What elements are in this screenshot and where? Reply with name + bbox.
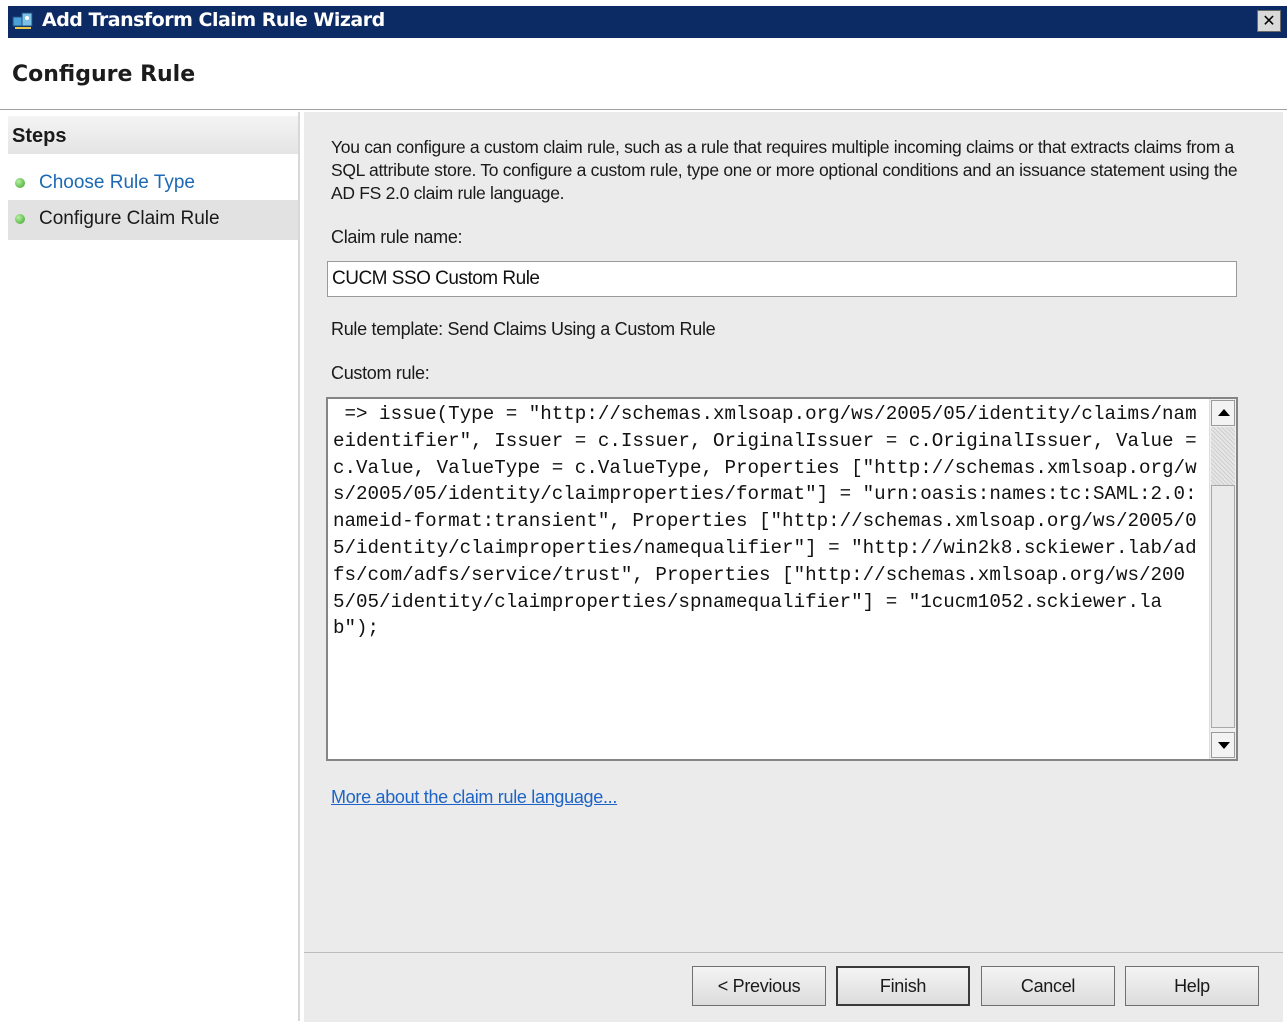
scroll-thumb[interactable] xyxy=(1211,485,1235,728)
custom-rule-scrollbar[interactable] xyxy=(1209,399,1236,759)
step-configure-claim-rule[interactable]: Configure Claim Rule xyxy=(8,200,298,240)
cancel-button[interactable]: Cancel xyxy=(981,966,1115,1006)
wizard-icon xyxy=(12,12,33,29)
custom-rule-label: Custom rule: xyxy=(331,363,430,383)
description-text: You can configure a custom claim rule, s… xyxy=(331,137,1238,203)
wizard-header: Configure Rule xyxy=(0,38,1287,110)
claim-rule-name-label: Claim rule name: xyxy=(331,227,463,247)
button-bar: < Previous Finish Cancel Help xyxy=(304,952,1283,1022)
previous-button[interactable]: < Previous xyxy=(692,966,826,1006)
close-icon: ✕ xyxy=(1262,11,1276,30)
steps-header: Steps xyxy=(8,116,298,154)
finish-button[interactable]: Finish xyxy=(836,966,970,1006)
main-content: You can configure a custom claim rule, s… xyxy=(304,112,1283,952)
page-title: Configure Rule xyxy=(12,62,196,87)
scroll-up-button[interactable] xyxy=(1211,400,1235,426)
step-label: Configure Claim Rule xyxy=(39,208,220,229)
arrow-up-icon xyxy=(1218,409,1230,416)
steps-title: Steps xyxy=(12,125,67,147)
claim-rule-language-link[interactable]: More about the claim rule language... xyxy=(331,787,617,808)
step-status-icon xyxy=(15,178,25,188)
step-label: Choose Rule Type xyxy=(39,172,195,193)
rule-template-text: Rule template: Send Claims Using a Custo… xyxy=(331,319,716,339)
claim-rule-name-input[interactable] xyxy=(327,261,1237,297)
window-title: Add Transform Claim Rule Wizard xyxy=(42,9,385,31)
title-bar: Add Transform Claim Rule Wizard ✕ xyxy=(0,0,1287,38)
steps-panel: Steps Choose Rule Type Configure Claim R… xyxy=(8,112,300,1021)
custom-rule-text[interactable]: => issue(Type = "http://schemas.xmlsoap.… xyxy=(333,401,1205,753)
step-choose-rule-type[interactable]: Choose Rule Type xyxy=(8,164,298,204)
help-button[interactable]: Help xyxy=(1125,966,1259,1006)
close-button[interactable]: ✕ xyxy=(1257,10,1281,32)
step-status-icon xyxy=(15,214,25,224)
arrow-down-icon xyxy=(1218,742,1230,749)
scroll-down-button[interactable] xyxy=(1211,732,1235,758)
scroll-track[interactable] xyxy=(1211,427,1235,485)
custom-rule-textarea[interactable]: => issue(Type = "http://schemas.xmlsoap.… xyxy=(326,397,1238,761)
